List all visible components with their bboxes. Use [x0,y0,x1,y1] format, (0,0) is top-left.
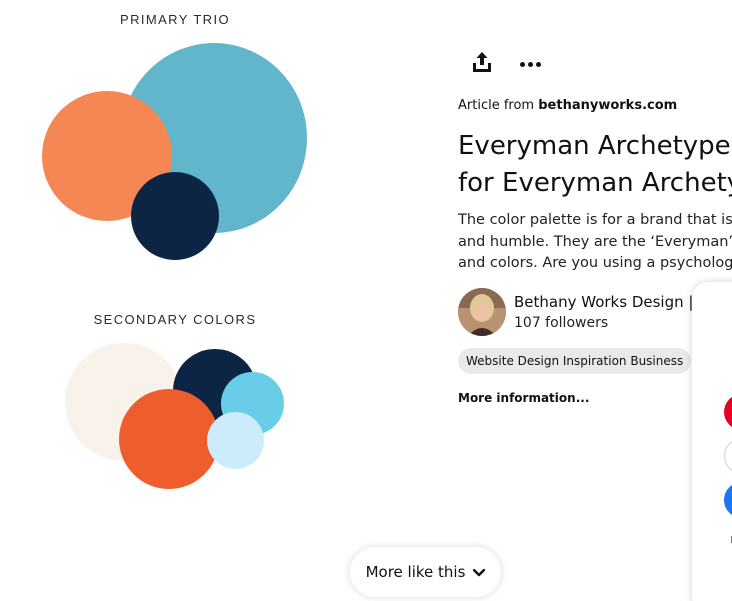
pin-title-line-2: for Everyman Archety [458,168,732,198]
more-options-icon [519,61,541,67]
primary-trio-heading: PRIMARY TRIO [120,12,230,27]
follower-count: 107 followers [514,315,609,331]
more-like-this-label: More like this [365,563,466,581]
chevron-down-icon [473,563,486,581]
pin-details: Article from bethanyworks.com Everyman A… [458,0,732,601]
share-button[interactable] [462,44,502,84]
tag-list: Website Design Inspiration Business Br [458,348,727,374]
share-option-blue[interactable] [724,482,732,518]
author-row: Bethany Works Design | 107 followers [458,288,732,336]
pin-title-line-1: Everyman Archetype | [458,131,732,161]
pin-description-line-2: and humble. They are the ‘Everyman’ ar [458,233,732,250]
share-panel: F [692,282,732,601]
more-options-button[interactable] [510,44,550,84]
palette-circle-orange [119,389,219,489]
source-line: Article from bethanyworks.com [458,98,677,113]
source-prefix: Article from [458,98,539,113]
more-like-this-button[interactable]: More like this [350,547,501,597]
pin-description: The color palette is for a brand that is… [458,210,732,275]
palette-circle-pale-blue [207,412,264,469]
palette-circle-navy [131,172,219,260]
pin-image[interactable]: PRIMARY TRIO SECONDARY COLORS [0,0,350,601]
pin-description-line-1: The color palette is for a brand that is… [458,212,732,228]
avatar[interactable] [458,288,506,336]
tag-pill[interactable]: Website Design Inspiration Business [458,348,692,374]
share-option-white[interactable] [724,438,732,474]
pin-closeup-page: PRIMARY TRIO SECONDARY COLORS Article fr… [0,0,732,601]
pin-title: Everyman Archetype | for Everyman Archet… [458,128,732,202]
source-domain-link[interactable]: bethanyworks.com [538,98,677,113]
pin-description-line-3: and colors. Are you using a psychology [458,255,732,271]
more-information-link[interactable]: More information... [458,391,589,405]
share-option-red[interactable] [724,394,732,430]
secondary-colors-heading: SECONDARY COLORS [93,312,257,327]
author-name-link[interactable]: Bethany Works Design | [514,293,693,311]
share-icon [471,51,493,77]
